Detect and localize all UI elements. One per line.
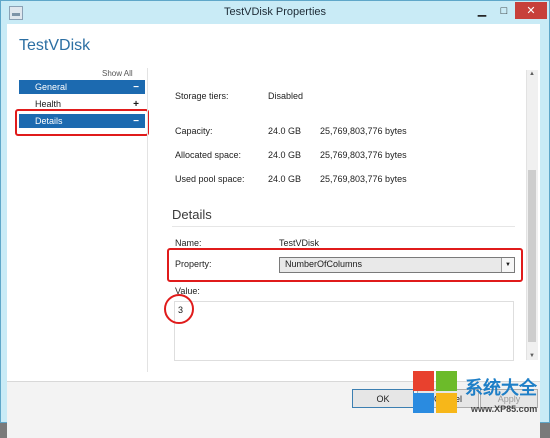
highlight-property-box (167, 248, 523, 282)
watermark-url: www.XP85.com (471, 404, 538, 414)
details-section-heading: Details (172, 207, 212, 222)
maximize-button[interactable]: □ (493, 2, 515, 19)
windows-logo-icon (413, 371, 459, 415)
window-title: TestVDisk Properties (223, 6, 327, 18)
capacity-label: Capacity: (175, 126, 213, 136)
scroll-down-icon[interactable]: ▼ (529, 353, 535, 359)
used-pool-space-bytes: 25,769,803,776 bytes (320, 174, 407, 184)
allocated-space-bytes: 25,769,803,776 bytes (320, 150, 407, 160)
pane-divider (147, 68, 148, 372)
allocated-space-gb: 24.0 GB (268, 150, 302, 160)
sidebar-item-general[interactable]: General − (19, 80, 145, 94)
storage-tiers-value: Disabled (268, 91, 304, 101)
highlight-value-circle (164, 294, 194, 324)
dialog-heading: TestVDisk (19, 37, 91, 54)
collapse-icon: − (133, 81, 139, 93)
expand-icon: + (133, 98, 139, 110)
vertical-scrollbar[interactable]: ▲ ▼ (526, 70, 538, 360)
name-label: Name: (175, 238, 202, 248)
ok-button[interactable]: OK (352, 389, 414, 408)
minimize-button[interactable]: ▁ (471, 2, 493, 19)
sidebar-item-label: General (35, 82, 68, 92)
used-pool-space-label: Used pool space: (175, 174, 245, 184)
site-watermark: 系统大全 www.XP85.com (413, 371, 550, 423)
used-pool-space-gb: 24.0 GB (268, 174, 302, 184)
sidebar-item-label: Health (35, 99, 62, 109)
watermark-text: 系统大全 (465, 378, 537, 399)
capacity-bytes: 25,769,803,776 bytes (320, 126, 407, 136)
scroll-thumb[interactable] (528, 170, 536, 342)
scroll-up-icon[interactable]: ▲ (529, 71, 535, 77)
allocated-space-label: Allocated space: (175, 150, 242, 160)
value-textbox[interactable]: 3 (174, 301, 514, 361)
highlight-details-box (15, 109, 149, 136)
storage-tiers-label: Storage tiers: (175, 91, 229, 101)
capacity-gb: 24.0 GB (268, 126, 302, 136)
show-all-link[interactable]: Show All (102, 69, 133, 78)
title-bar: TestVDisk Properties ▁ □ ✕ (1, 1, 549, 23)
close-button[interactable]: ✕ (515, 2, 547, 19)
name-value: TestVDisk (279, 238, 320, 248)
section-divider (172, 226, 515, 227)
